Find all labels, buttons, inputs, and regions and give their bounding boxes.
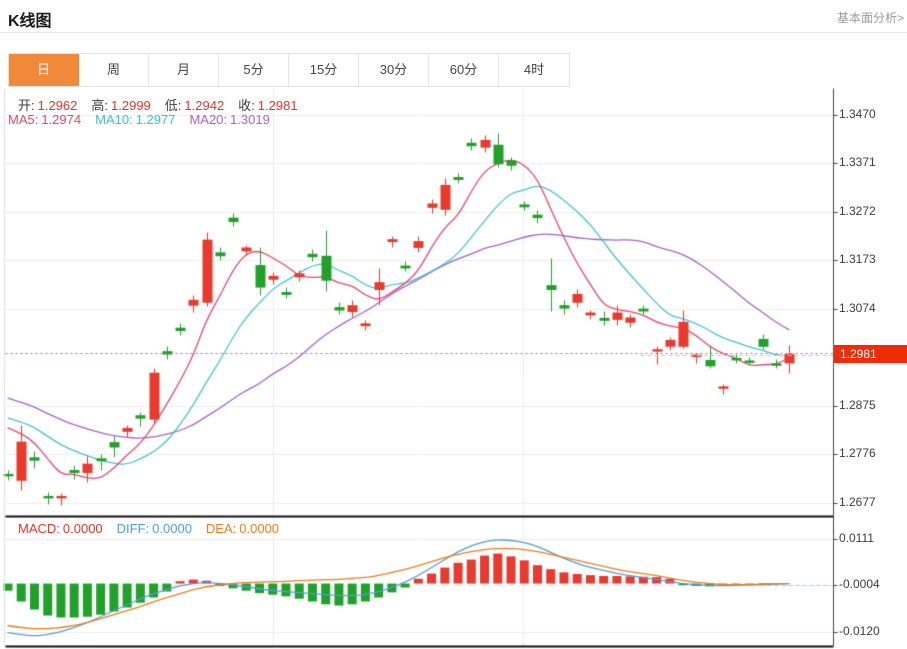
header-divider [0, 32, 907, 33]
macd-value: 0.0000 [63, 521, 103, 536]
ma5-legend-item: MA5:1.2974 [8, 112, 81, 127]
diff-label: DIFF: [117, 521, 150, 536]
low-label: 低: [165, 98, 182, 113]
price-axis-label: 1.3470 [839, 107, 905, 121]
ma-legend: MA5:1.2974 MA10:1.2977 MA20:1.3019 [8, 112, 284, 127]
current-price-badge: 1.2981 [834, 345, 907, 363]
macd-label: MACD: [18, 521, 60, 536]
ma20-label: MA20: [189, 112, 227, 127]
ma10-value: 1.2977 [136, 112, 176, 127]
dea-value: 0.0000 [239, 521, 279, 536]
tab-15min[interactable]: 15分 [289, 54, 359, 86]
diff-value: 0.0000 [152, 521, 192, 536]
open-label: 开: [18, 98, 35, 113]
tab-week[interactable]: 周 [79, 54, 149, 86]
fundamental-analysis-link[interactable]: 基本面分析> [837, 9, 904, 26]
ma20-legend-item: MA20:1.3019 [189, 112, 269, 127]
low-value: 1.2942 [184, 98, 224, 113]
close-value: 1.2981 [258, 98, 298, 113]
price-axis-label: 1.3074 [839, 301, 905, 315]
diff-legend-item: DIFF:0.0000 [117, 521, 192, 536]
macd-axis-label: -0.0004 [839, 577, 905, 591]
ma20-value: 1.3019 [230, 112, 270, 127]
macd-legend-item: MACD:0.0000 [18, 521, 103, 536]
price-axis-label: 1.2875 [839, 398, 905, 412]
close-legend-item: 收:1.2981 [238, 98, 297, 113]
price-axis-label: 1.3173 [839, 252, 905, 266]
page-title: K线图 [8, 7, 52, 31]
low-legend-item: 低:1.2942 [165, 98, 224, 113]
dea-label: DEA: [206, 521, 236, 536]
macd-legend: MACD:0.0000DIFF:0.0000DEA:0.0000 [18, 521, 293, 536]
price-axis-label: 1.3272 [839, 204, 905, 218]
high-label: 高: [91, 98, 108, 113]
ma5-value: 1.2974 [41, 112, 81, 127]
tab-4hour[interactable]: 4时 [499, 54, 569, 86]
macd-axis-label: -0.0120 [839, 624, 905, 638]
ma10-legend-item: MA10:1.2977 [95, 112, 175, 127]
tab-30min[interactable]: 30分 [359, 54, 429, 86]
ma10-label: MA10: [95, 112, 133, 127]
tab-5min[interactable]: 5分 [219, 54, 289, 86]
price-axis-label: 1.3371 [839, 155, 905, 169]
macd-axis-label: 0.0111 [839, 531, 905, 545]
tab-month[interactable]: 月 [149, 54, 219, 86]
period-tab-bar: 日周月5分15分30分60分4时 [8, 53, 570, 87]
price-axis-label: 1.2677 [839, 495, 905, 509]
price-axis-label: 1.2776 [839, 446, 905, 460]
high-legend-item: 高:1.2999 [91, 98, 150, 113]
high-value: 1.2999 [111, 98, 151, 113]
open-legend-item: 开:1.2962 [18, 98, 77, 113]
ma5-label: MA5: [8, 112, 38, 127]
close-label: 收: [238, 98, 255, 113]
tab-day[interactable]: 日 [9, 54, 79, 86]
open-value: 1.2962 [38, 98, 78, 113]
kline-page: { "header": { "title": "K线图", "link_labe… [0, 0, 907, 649]
dea-legend-item: DEA:0.0000 [206, 521, 279, 536]
tab-60min[interactable]: 60分 [429, 54, 499, 86]
